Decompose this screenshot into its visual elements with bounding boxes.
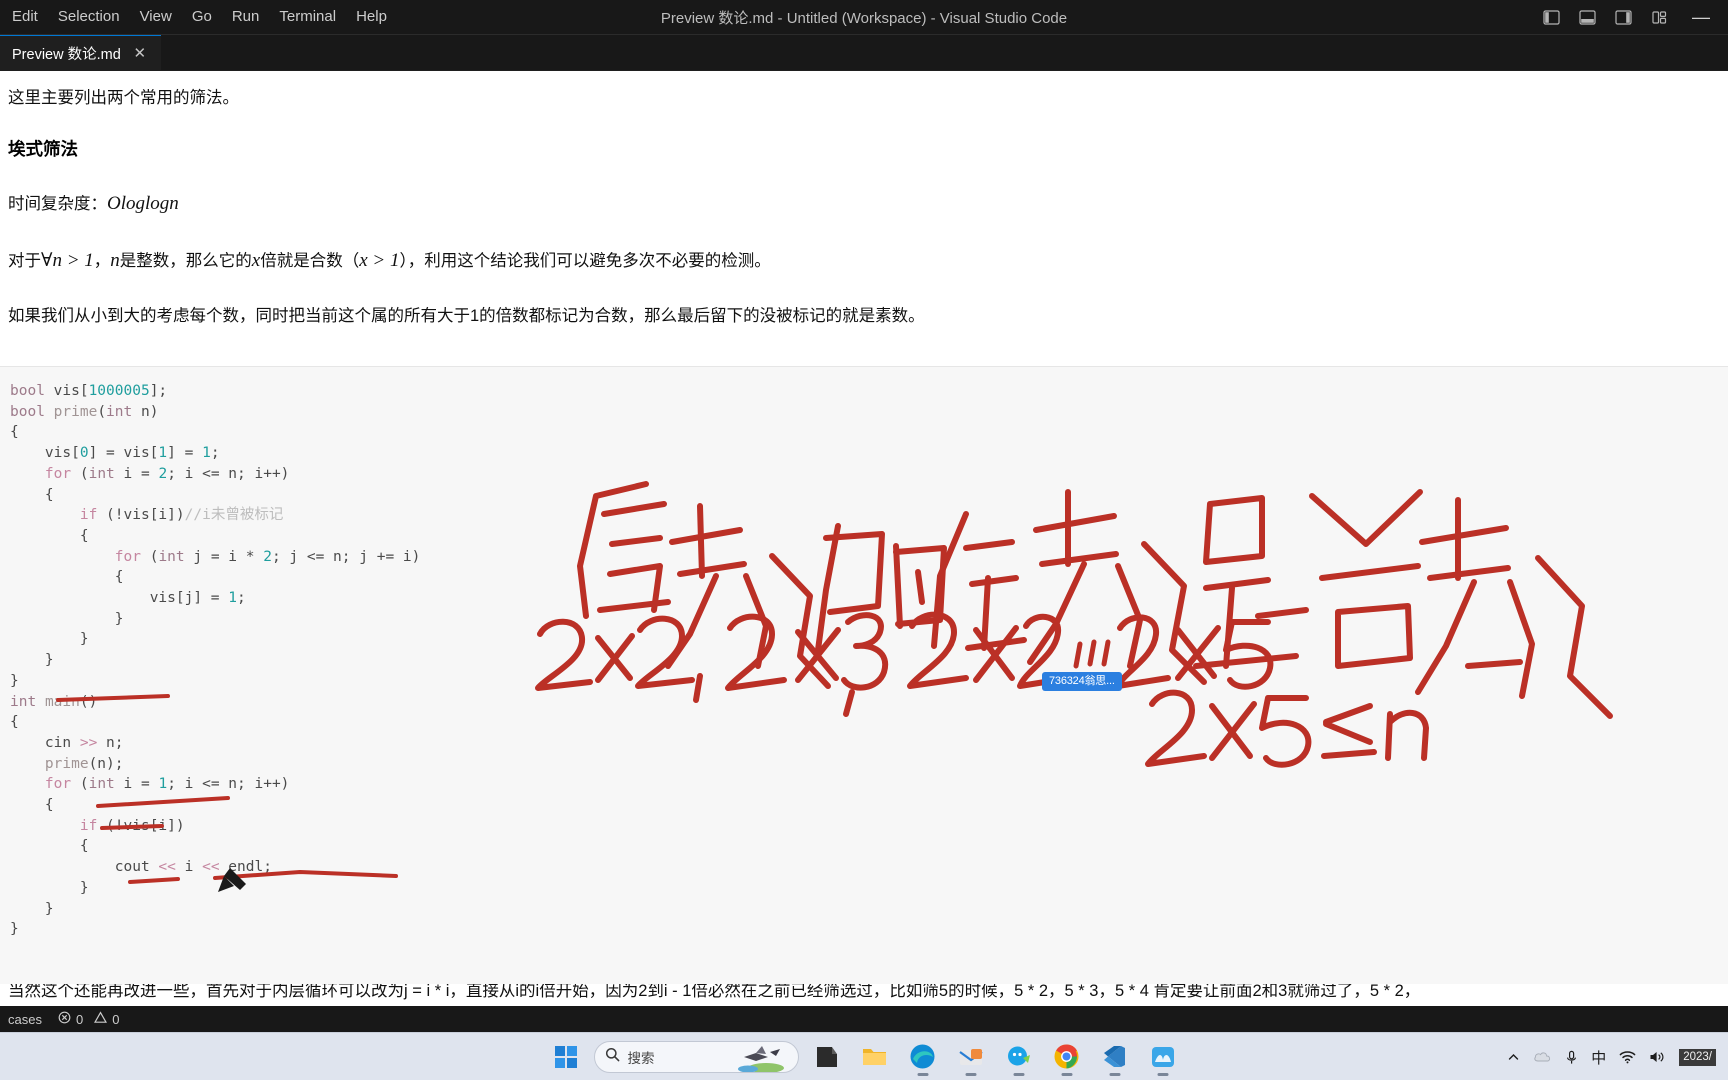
search-decoration-bird [737, 1045, 784, 1072]
status-left-label[interactable]: cases [0, 1006, 50, 1032]
onedrive-icon[interactable] [1533, 1050, 1552, 1064]
para2-math2: n [110, 249, 120, 271]
title-bar: Edit Selection View Go Run Terminal Help… [0, 0, 1728, 35]
para2-part2: ， [93, 251, 111, 270]
toggle-secondary-sidebar-icon[interactable] [1606, 4, 1640, 32]
running-indicator [1061, 1072, 1072, 1076]
running-indicator [1013, 1072, 1024, 1076]
paragraph-intro: 这里主要列出两个常用的筛法。 [8, 89, 239, 107]
taskbar-center-group: 搜索 [546, 1035, 1183, 1079]
tab-bar: Preview 数论.md ✕ [0, 35, 1728, 71]
search-input[interactable]: 搜索 [593, 1040, 799, 1073]
menu-bar: Edit Selection View Go Run Terminal Help [0, 5, 397, 29]
menu-item-terminal[interactable]: Terminal [269, 5, 346, 29]
customize-layout-icon[interactable] [1642, 4, 1676, 32]
search-placeholder: 搜索 [627, 1050, 655, 1066]
taskbar-app-file-explorer[interactable] [855, 1035, 895, 1079]
warning-triangle-icon [94, 1011, 108, 1027]
code-content: bool vis[1000005]; bool prime(int n) { v… [10, 383, 421, 938]
paragraph-sieve-explain: 如果我们从小到大的考虑每个数，同时把当前这个属的所有大于1的倍数都标记为合数，那… [8, 306, 925, 325]
markdown-preview[interactable]: 这里主要列出两个常用的筛法。 埃式筛法 时间复杂度：Ologlogn 对于∀n … [0, 71, 1728, 1006]
paragraph-forall: 对于∀n > 1，n是整数，那么它的x倍就是合数（x > 1），利用这个结论我们… [8, 246, 1702, 277]
menu-item-edit[interactable]: Edit [2, 5, 48, 29]
paragraph-bottom-clipped: 当然这个还能再改进一些，首先对于内层循环可以改为j = i * i，直接从i的i… [0, 984, 1728, 1006]
running-indicator [917, 1072, 928, 1076]
collaborator-badge: 736324翁思... [1042, 672, 1122, 691]
toggle-panel-icon[interactable] [1570, 4, 1604, 32]
complexity-label: 时间复杂度： [8, 195, 107, 214]
close-icon[interactable]: ✕ [131, 45, 149, 63]
para2-math1: ∀n > 1 [41, 249, 94, 271]
taskbar-app-edge[interactable] [903, 1035, 943, 1079]
taskbar-app-qq[interactable] [999, 1035, 1039, 1079]
wifi-icon[interactable] [1619, 1050, 1636, 1064]
menu-item-selection[interactable]: Selection [48, 5, 130, 29]
chevron-up-icon[interactable] [1507, 1051, 1520, 1064]
running-indicator [1109, 1072, 1120, 1076]
taskbar-app-mail[interactable] [951, 1035, 991, 1079]
tab-preview-shulun-md[interactable]: Preview 数论.md ✕ [0, 35, 161, 71]
menu-item-view[interactable]: View [130, 5, 182, 29]
running-indicator [1157, 1072, 1168, 1076]
status-problems[interactable]: 0 0 [50, 1006, 127, 1032]
taskbar-app-xmind[interactable] [1143, 1035, 1183, 1079]
menu-item-run[interactable]: Run [222, 5, 270, 29]
taskbar-app-chrome[interactable] [1047, 1035, 1087, 1079]
running-indicator [965, 1072, 976, 1076]
layout-controls: — [1534, 0, 1728, 35]
menu-item-help[interactable]: Help [346, 5, 397, 29]
markdown-body: 这里主要列出两个常用的筛法。 埃式筛法 时间复杂度：Ologlogn 对于∀n … [0, 71, 1728, 329]
bottom-clipped-text: 当然这个还能再改进一些，首先对于内层循环可以改为j = i * i，直接从i的i… [8, 984, 1421, 1000]
error-count: 0 [75, 1011, 84, 1027]
menu-item-go[interactable]: Go [182, 5, 222, 29]
search-icon [605, 1047, 620, 1067]
heading-eratosthenes: 埃式筛法 [8, 138, 78, 159]
system-tray: 中 2023/ [1507, 1033, 1722, 1080]
para2-math3: x [251, 249, 261, 271]
microphone-icon[interactable] [1565, 1050, 1578, 1065]
clock-date[interactable]: 2023/ [1679, 1048, 1716, 1066]
status-cases-text: cases [8, 1011, 42, 1027]
minimize-button[interactable]: — [1678, 0, 1724, 35]
tab-label: Preview 数论.md [12, 47, 121, 63]
taskbar-app-explorer-dark[interactable] [807, 1035, 847, 1079]
warning-count: 0 [112, 1011, 120, 1027]
code-block[interactable]: bool vis[1000005]; bool prime(int n) { v… [0, 366, 1728, 1006]
status-bar: cases 0 0 [0, 1006, 1728, 1032]
windows-taskbar: 搜索 中 2023/ [0, 1032, 1728, 1080]
taskbar-app-vscode[interactable] [1095, 1035, 1135, 1079]
para2-part1: 对于 [8, 251, 41, 270]
windows-start-icon[interactable] [546, 1037, 586, 1077]
para2-math4: x > 1 [359, 249, 400, 271]
paragraph-complexity: 时间复杂度：Ologlogn [8, 189, 1702, 220]
para2-part4: 倍就是合数（ [260, 251, 360, 270]
toggle-primary-sidebar-icon[interactable] [1534, 4, 1568, 32]
error-circle-icon [58, 1011, 71, 1027]
ime-indicator[interactable]: 中 [1591, 1047, 1606, 1068]
volume-icon[interactable] [1649, 1050, 1666, 1064]
complexity-formula: Ologlogn [107, 193, 179, 215]
vscode-window: Edit Selection View Go Run Terminal Help… [0, 0, 1728, 1080]
para2-part5: ），利用这个结论我们可以避免多次不必要的检测。 [399, 251, 771, 270]
tab-bar-empty-space [160, 35, 1728, 71]
para2-part3: 是整数，那么它的 [119, 251, 252, 270]
